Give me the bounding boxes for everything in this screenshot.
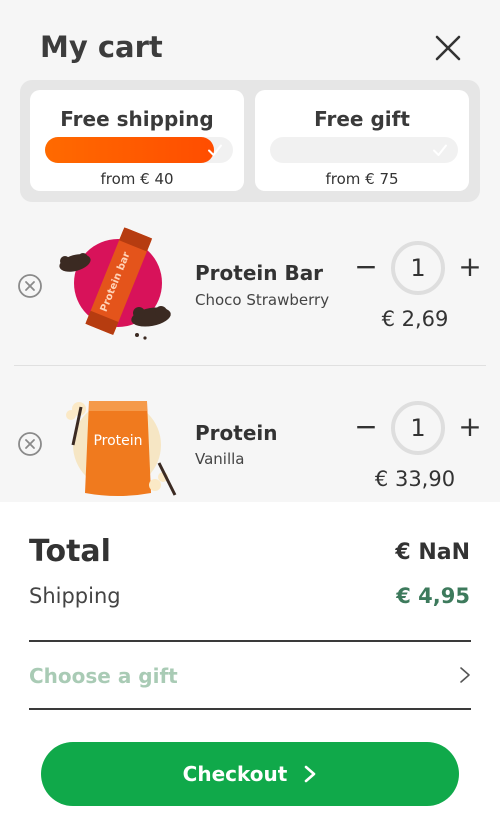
page-title: My cart (40, 30, 163, 64)
free-shipping-title: Free shipping (60, 107, 214, 131)
choose-gift-row[interactable]: Choose a gift (29, 642, 471, 708)
divider (14, 365, 486, 366)
item-price: € 2,69 (381, 307, 449, 331)
free-shipping-progress (45, 137, 233, 163)
checkout-label: Checkout (182, 762, 288, 786)
order-summary: Total € NaN Shipping € 4,95 Choose a gif… (0, 502, 500, 839)
divider (29, 708, 471, 710)
quantity-value: 1 (391, 401, 445, 455)
check-icon (208, 144, 222, 156)
item-name: Protein Bar (195, 261, 324, 285)
free-shipping-threshold: from € 40 (100, 170, 174, 188)
remove-item-icon[interactable] (17, 431, 43, 457)
decrease-quantity-button[interactable]: − (354, 247, 378, 287)
item-variant: Choco Strawberry (195, 291, 330, 309)
close-icon[interactable] (430, 30, 466, 66)
free-gift-progress (270, 137, 458, 163)
increase-quantity-button[interactable]: + (458, 407, 482, 447)
free-shipping-progress-fill (45, 137, 215, 163)
shipping-value: € 4,95 (396, 584, 470, 608)
remove-item-icon[interactable] (17, 273, 43, 299)
chevron-right-icon (305, 765, 316, 783)
free-gift-card: Free gift from € 75 (255, 90, 469, 191)
free-gift-title: Free gift (314, 107, 410, 131)
quantity-value: 1 (391, 241, 445, 295)
check-icon (433, 144, 447, 156)
protein-pouch-image: Protein (66, 401, 177, 496)
checkout-button[interactable]: Checkout (41, 742, 459, 806)
decrease-quantity-button[interactable]: − (354, 407, 378, 447)
cart-panel: My cart Free shipping from € 40 Free gif… (0, 0, 500, 502)
shipping-label: Shipping (29, 584, 121, 608)
increase-quantity-button[interactable]: + (458, 247, 482, 287)
item-variant: Vanilla (195, 450, 245, 468)
cart-item: Protein bar Protein Bar Choco Strawberry… (0, 225, 500, 365)
chevron-right-icon (460, 667, 470, 683)
choose-gift-label: Choose a gift (29, 664, 178, 688)
protein-bar-image: Protein bar (59, 227, 171, 340)
promo-tiers: Free shipping from € 40 Free gift from €… (20, 80, 480, 202)
item-name: Protein (195, 421, 278, 445)
protein-pouch-text: Protein (93, 433, 142, 449)
total-label: Total (29, 534, 111, 569)
free-shipping-card: Free shipping from € 40 (30, 90, 244, 191)
free-gift-threshold: from € 75 (325, 170, 399, 188)
total-value: € NaN (395, 540, 470, 565)
item-price: € 33,90 (374, 467, 456, 491)
